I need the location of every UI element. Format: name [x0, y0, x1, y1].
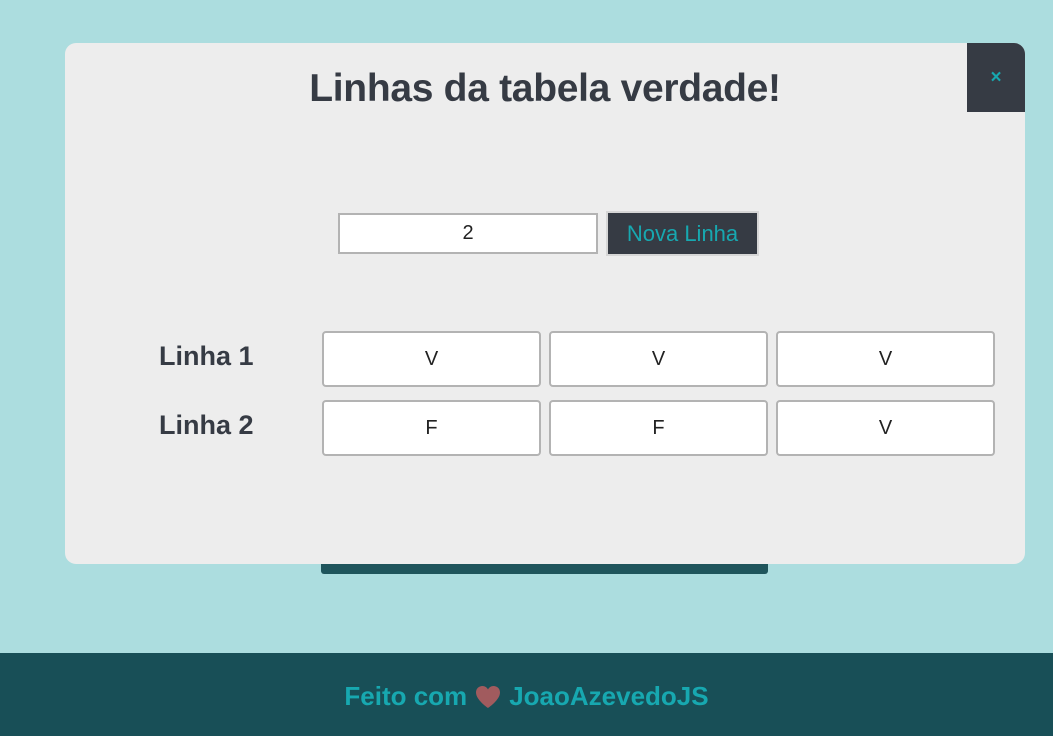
- row-1-cell-3[interactable]: [776, 331, 995, 387]
- row-label-1: Linha 1: [159, 341, 254, 371]
- row-2-cell-2[interactable]: [549, 400, 768, 456]
- footer-text: Feito com: [344, 681, 468, 711]
- row-1-cell-1[interactable]: [322, 331, 541, 387]
- modal-title: Linhas da tabela verdade!: [309, 67, 781, 110]
- row-label-2: Linha 2: [159, 410, 254, 440]
- footer: Feito com JoaoAzevedoJS: [0, 653, 1053, 736]
- new-row-button[interactable]: Nova Linha: [606, 211, 759, 256]
- row-2-cell-3[interactable]: [776, 400, 995, 456]
- truth-table-modal: × Linhas da tabela verdade! Nova Linha L…: [65, 43, 1025, 564]
- heart-icon: [475, 685, 501, 709]
- author-link[interactable]: JoaoAzevedoJS: [509, 681, 708, 712]
- row-count-input[interactable]: [338, 213, 598, 254]
- row-2-cell-1[interactable]: [322, 400, 541, 456]
- row-1-cell-2[interactable]: [549, 331, 768, 387]
